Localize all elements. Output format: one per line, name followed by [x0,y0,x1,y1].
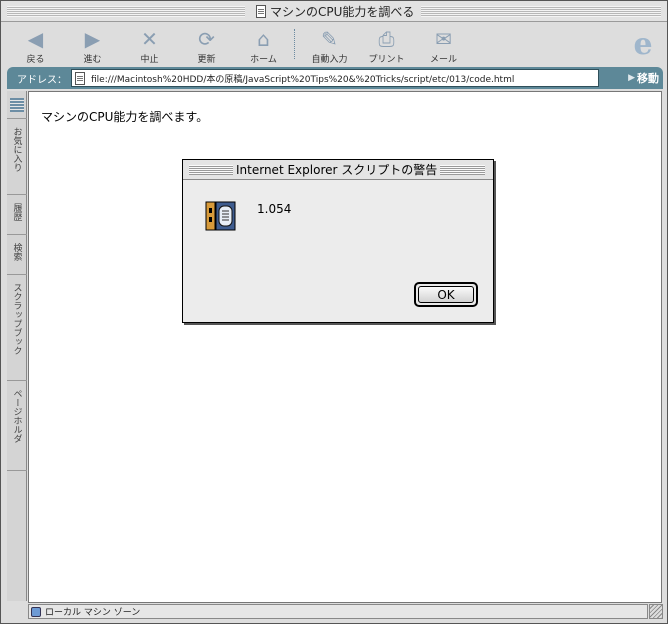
print-button[interactable]: ⎙ プリント [358,25,415,65]
autofill-button-label: 自動入力 [311,55,348,65]
home-button-label: ホーム [250,55,277,65]
toolbar: ◀ 戻る ▶ 進む ✕ 中止 ⟳ 更新 ⌂ ホーム ✎ 自動入力 ⎙ プリント … [7,25,663,65]
sidebar-toggle[interactable] [7,91,27,119]
title-bar-stripes-left [7,6,245,17]
forward-button[interactable]: ▶ 進む [64,25,121,65]
ok-button-face: OK [418,286,474,303]
browser-window: マシンのCPU能力を調べる ◀ 戻る ▶ 進む ✕ 中止 ⟳ 更新 ⌂ ホーム … [0,0,668,624]
page-message: マシンのCPU能力を調べます。 [41,110,209,124]
tab-history-label: 履歴 [11,203,22,221]
autofill-button[interactable]: ✎ 自動入力 [301,25,358,65]
status-bar: ローカル マシン ゾーン [28,604,648,619]
go-arrow-icon: ▶ [628,73,635,83]
window-title-text: マシンのCPU能力を調べる [270,5,415,19]
home-button[interactable]: ⌂ ホーム [235,25,292,65]
refresh-button-label: 更新 [197,55,216,65]
tab-search-label: 検索 [11,243,22,261]
mail-envelope-icon: ✉ [435,27,452,51]
refresh-button[interactable]: ⟳ 更新 [178,25,235,65]
stop-button-label: 中止 [140,55,159,65]
forward-button-label: 進む [83,55,102,65]
address-label: アドレス： [17,74,67,86]
printer-icon: ⎙ [378,27,395,51]
ok-button[interactable]: OK [414,282,478,307]
toolbar-separator [294,29,295,59]
back-arrow-icon: ◀ [27,27,44,51]
dialog-message: 1.054 [257,202,292,216]
forward-arrow-icon: ▶ [84,27,101,51]
dialog-title: Internet Explorer スクリプトの警告 [233,162,441,178]
zone-globe-icon [31,606,41,617]
address-input[interactable]: file:///Macintosh%20HDD/本の原稿/JavaScript%… [71,69,599,87]
title-bar-stripes-right [421,6,661,17]
mail-button-label: メール [429,55,457,65]
back-button[interactable]: ◀ 戻る [7,25,64,65]
tab-search[interactable]: 検索 [7,235,27,275]
resize-handle[interactable] [649,604,663,619]
stop-button[interactable]: ✕ 中止 [121,25,178,65]
address-bar: アドレス： file:///Macintosh%20HDD/本の原稿/JavaS… [7,67,663,89]
document-icon [75,71,85,85]
tab-page-holder[interactable]: ページホルダ [7,381,27,471]
tab-scrapbook[interactable]: スクラップブック [7,275,27,381]
mail-button[interactable]: ✉ メール [415,25,472,65]
address-url: file:///Macintosh%20HDD/本の原稿/JavaScript%… [91,74,515,85]
back-button-label: 戻る [26,55,45,65]
tab-history[interactable]: 履歴 [7,195,27,235]
refresh-icon: ⟳ [198,27,215,51]
stop-x-icon: ✕ [141,27,158,51]
tab-page-holder-label: ページホルダ [11,389,22,443]
dialog-title-bar[interactable]: Internet Explorer スクリプトの警告 [183,160,493,180]
script-alert-dialog: Internet Explorer スクリプトの警告 1.054 OK [182,159,494,323]
go-button[interactable]: ▶ 移動 [628,70,659,86]
sidebar-toggle-icon [10,97,24,112]
home-icon: ⌂ [257,27,270,51]
ie-logo-icon: e [633,27,653,62]
tab-scrapbook-label: スクラップブック [11,283,22,355]
document-icon [256,5,266,18]
autofill-pen-icon: ✎ [321,27,338,51]
ok-button-label: OK [437,287,455,302]
print-button-label: プリント [368,55,405,65]
window-title: マシンのCPU能力を調べる [251,3,420,20]
script-alert-icon [205,201,236,231]
explorer-sidebar-tabs: お気に入り 履歴 検索 スクラップブック ページホルダ [7,91,27,601]
status-text: ローカル マシン ゾーン [45,608,141,618]
tab-favorites-label: お気に入り [11,127,22,172]
tab-favorites[interactable]: お気に入り [7,119,27,195]
title-bar[interactable]: マシンのCPU能力を調べる [1,1,667,22]
go-button-label: 移動 [637,72,659,85]
